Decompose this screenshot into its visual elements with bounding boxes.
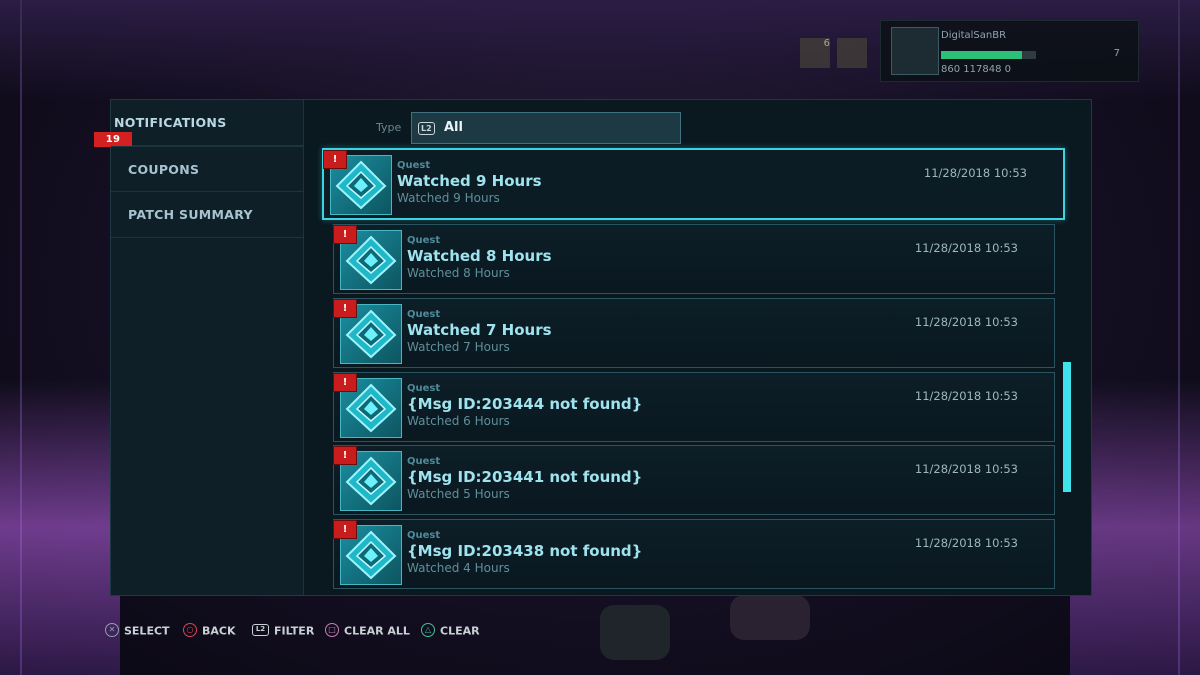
control-hint-back[interactable]: ○ BACK — [183, 623, 236, 638]
sidebar-item-label: COUPONS — [128, 162, 200, 177]
rank-badge-icon: 6 — [800, 38, 830, 68]
notification-item[interactable]: ! Quest Watched 7 Hours Watched 7 Hours 11/2… — [333, 298, 1055, 368]
notification-category: Quest — [407, 235, 441, 246]
alert-icon: ! — [323, 150, 347, 169]
notification-subtitle: Watched 8 Hours — [407, 266, 510, 280]
sidebar-item-patch-summary[interactable]: PATCH SUMMARY — [111, 192, 303, 238]
notifications-content: Type L2 All ! Quest Watched 9 Hours Watched… — [304, 100, 1090, 595]
notification-date: 11/28/2018 10:53 — [923, 166, 1027, 180]
notification-date: 11/28/2018 10:53 — [914, 389, 1018, 403]
square-icon: □ — [325, 623, 339, 637]
player-currency: 860 117848 0 — [941, 64, 1011, 75]
notification-count-badge: 19 — [94, 132, 132, 147]
notification-item[interactable]: ! Quest {Msg ID:203444 not found} Watched 6… — [333, 372, 1055, 442]
control-hint-label: BACK — [202, 624, 236, 638]
quest-crystal-icon: ! — [333, 225, 402, 290]
cross-icon: ✕ — [105, 623, 119, 637]
quest-crystal-icon: ! — [333, 373, 402, 438]
quest-crystal-icon: ! — [323, 150, 392, 215]
notification-subtitle: Watched 4 Hours — [407, 561, 510, 575]
sidebar-item-label: NOTIFICATIONS — [114, 115, 227, 130]
control-hint-label: CLEAR ALL — [344, 624, 410, 638]
notification-date: 11/28/2018 10:53 — [914, 462, 1018, 476]
sidebar-item-coupons[interactable]: COUPONS — [111, 146, 303, 192]
quest-crystal-icon: ! — [333, 520, 402, 585]
notification-date: 11/28/2018 10:53 — [914, 536, 1018, 550]
notification-subtitle: Watched 6 Hours — [407, 414, 510, 428]
sidebar: NOTIFICATIONS 19 COUPONS PATCH SUMMARY — [94, 100, 304, 595]
notification-item[interactable]: ! Quest {Msg ID:203438 not found} Watched 4… — [333, 519, 1055, 589]
notification-category: Quest — [407, 456, 441, 467]
background-glow-left — [0, 380, 120, 675]
player-avatar — [891, 27, 939, 75]
sidebar-item-notifications[interactable]: NOTIFICATIONS 19 — [94, 100, 303, 147]
sidebar-item-label: PATCH SUMMARY — [128, 207, 253, 222]
quest-crystal-icon: ! — [333, 299, 402, 364]
notification-category: Quest — [407, 383, 441, 394]
notification-title: {Msg ID:203441 not found} — [407, 468, 643, 486]
notification-title: {Msg ID:203444 not found} — [407, 395, 643, 413]
alert-icon: ! — [333, 299, 357, 318]
notification-date: 11/28/2018 10:53 — [914, 315, 1018, 329]
notification-item[interactable]: ! Quest Watched 8 Hours Watched 8 Hours 11/2… — [333, 224, 1055, 294]
scrollbar-thumb[interactable] — [1063, 362, 1071, 492]
emblem-icon — [837, 38, 867, 68]
character-feet — [590, 595, 830, 665]
notification-subtitle: Watched 7 Hours — [407, 340, 510, 354]
notification-title: Watched 8 Hours — [407, 247, 552, 265]
notification-list: ! Quest Watched 9 Hours Watched 9 Hours 11/2… — [304, 100, 1090, 595]
l2-button-icon: L2 — [252, 624, 269, 636]
notification-title: {Msg ID:203438 not found} — [407, 542, 643, 560]
xp-bar — [941, 51, 1036, 59]
control-hint-filter[interactable]: L2 FILTER — [252, 624, 314, 638]
xp-bar-fill — [941, 51, 1022, 59]
notifications-modal: NOTIFICATIONS 19 COUPONS PATCH SUMMARY T… — [94, 99, 1092, 596]
control-hint-label: CLEAR — [440, 624, 480, 638]
quest-crystal-icon: ! — [333, 446, 402, 511]
alert-icon: ! — [333, 520, 357, 539]
notification-date: 11/28/2018 10:53 — [914, 241, 1018, 255]
player-name: DigitalSanBR — [941, 30, 1007, 41]
alert-icon: ! — [333, 225, 357, 244]
notification-item[interactable]: ! Quest Watched 9 Hours Watched 9 Hours 11/2… — [322, 148, 1065, 220]
control-hint-select[interactable]: ✕ SELECT — [105, 623, 170, 638]
circle-icon: ○ — [183, 623, 197, 637]
notification-subtitle: Watched 5 Hours — [407, 487, 510, 501]
notification-category: Quest — [407, 530, 441, 541]
notification-category: Quest — [407, 309, 441, 320]
player-panel: DigitalSanBR 7 860 117848 0 — [880, 20, 1139, 82]
alert-icon: ! — [333, 446, 357, 465]
triangle-icon: △ — [421, 623, 435, 637]
notification-title: Watched 7 Hours — [407, 321, 552, 339]
control-hint-clear[interactable]: △ CLEAR — [421, 623, 480, 638]
scrollbar[interactable] — [1063, 362, 1071, 492]
notification-category: Quest — [397, 160, 431, 171]
player-level: 7 — [1113, 48, 1120, 59]
control-hint-clear-all[interactable]: □ CLEAR ALL — [325, 623, 410, 638]
control-hint-label: FILTER — [274, 624, 315, 638]
alert-icon: ! — [333, 373, 357, 392]
notification-title: Watched 9 Hours — [397, 172, 542, 190]
notification-item[interactable]: ! Quest {Msg ID:203441 not found} Watched 5… — [333, 445, 1055, 515]
notification-subtitle: Watched 9 Hours — [397, 191, 500, 205]
control-hint-label: SELECT — [124, 624, 170, 638]
